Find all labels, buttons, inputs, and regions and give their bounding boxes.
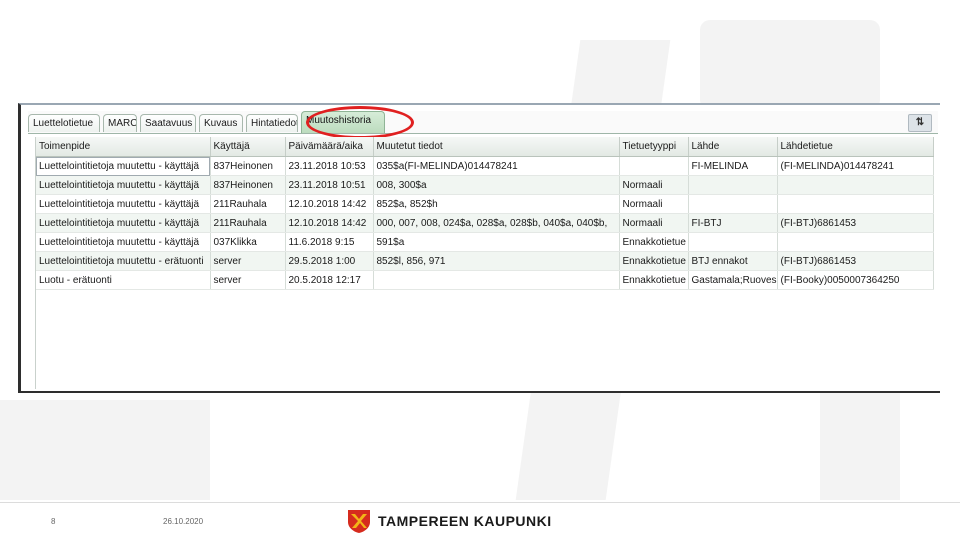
table-row[interactable]: Luettelointitietoja muutettu - käyttäjä …: [36, 194, 934, 214]
table-cell: (FI-MELINDA)014478241: [777, 156, 934, 176]
table-cell: Luettelointitietoja muutettu - käyttäjä: [36, 175, 211, 195]
table-cell: [688, 232, 778, 252]
table-cell: 035$a(FI-MELINDA)014478241: [373, 156, 620, 176]
footer-date: 26.10.2020: [163, 517, 204, 526]
table-cell: Ennakkotietue: [619, 270, 689, 290]
table-row[interactable]: Luotu - erätuonti server 20.5.2018 12:17…: [36, 270, 934, 290]
tab-marc[interactable]: MARC: [103, 114, 137, 132]
table-cell: Normaali: [619, 213, 689, 233]
table-cell: Luettelointitietoja muutettu - käyttäjä: [36, 232, 211, 252]
column-header-toimenpide[interactable]: Toimenpide: [36, 137, 211, 157]
column-header-lahdetietue[interactable]: Lähdetietue: [777, 137, 934, 157]
table-header-row: Toimenpide Käyttäjä Päivämäärä/aika Muut…: [36, 137, 934, 157]
table-cell: 211Rauhala: [210, 213, 286, 233]
column-header-muutetut-tiedot[interactable]: Muutetut tiedot: [373, 137, 620, 157]
table-cell: (FI-BTJ)6861453: [777, 213, 934, 233]
table-cell: 591$a: [373, 232, 620, 252]
table-cell: 12.10.2018 14:42: [285, 194, 374, 214]
tab-hintatiedot[interactable]: Hintatiedot: [246, 114, 298, 132]
table-cell: server: [210, 251, 286, 271]
table-cell: 852$a, 852$h: [373, 194, 620, 214]
table-cell: 20.5.2018 12:17: [285, 270, 374, 290]
tab-saatavuus[interactable]: Saatavuus: [140, 114, 196, 132]
table-cell: Luettelointitietoja muutettu - erätuonti: [36, 251, 211, 271]
table-cell: 837Heinonen: [210, 156, 286, 176]
page-number: 8: [51, 517, 56, 526]
background-shape: [700, 20, 880, 110]
record-window: Luettelotietue MARC Saatavuus Kuvaus Hin…: [18, 103, 940, 393]
table-row[interactable]: Luettelointitietoja muutettu - käyttäjä …: [36, 232, 934, 252]
table-row[interactable]: Luettelointitietoja muutettu - käyttäjä …: [36, 213, 934, 233]
table-cell: 000, 007, 008, 024$a, 028$a, 028$b, 040$…: [373, 213, 620, 233]
tab-kuvaus[interactable]: Kuvaus: [199, 114, 243, 132]
table-cell: Gastamala;Ruoves: [688, 270, 778, 290]
table-row[interactable]: Luettelointitietoja muutettu - erätuonti…: [36, 251, 934, 271]
organization-name: TAMPEREEN KAUPUNKI: [378, 513, 552, 529]
table-cell: [373, 270, 620, 290]
table-cell: Luettelointitietoja muutettu - käyttäjä: [36, 213, 211, 233]
table-cell: Normaali: [619, 175, 689, 195]
table-cell: 12.10.2018 14:42: [285, 213, 374, 233]
tab-bar: Luettelotietue MARC Saatavuus Kuvaus Hin…: [28, 111, 938, 134]
column-header-paivamaara[interactable]: Päivämäärä/aika: [285, 137, 374, 157]
table-cell: Luettelointitietoja muutettu - käyttäjä: [36, 156, 211, 176]
column-header-tietuetyyppi[interactable]: Tietuetyyppi: [619, 137, 689, 157]
highlight-ellipse: [306, 106, 414, 139]
table-cell: Luettelointitietoja muutettu - käyttäjä: [36, 194, 211, 214]
table-cell: Luotu - erätuonti: [36, 270, 211, 290]
background-shape: [0, 400, 210, 500]
table-cell: FI-BTJ: [688, 213, 778, 233]
history-table: Toimenpide Käyttäjä Päivämäärä/aika Muut…: [35, 137, 934, 389]
tampere-coat-of-arms-icon: [348, 510, 370, 533]
table-cell: Ennakkotietue: [619, 251, 689, 271]
table-cell: 852$l, 856, 971: [373, 251, 620, 271]
footer-divider: [0, 502, 960, 503]
sort-toggle-button[interactable]: ⇅: [908, 114, 932, 132]
table-cell: [688, 175, 778, 195]
table-cell: (FI-BTJ)6861453: [777, 251, 934, 271]
table-cell: 23.11.2018 10:51: [285, 175, 374, 195]
table-cell: [777, 232, 934, 252]
table-cell: [688, 194, 778, 214]
table-cell: FI-MELINDA: [688, 156, 778, 176]
table-cell: 037Klikka: [210, 232, 286, 252]
table-cell: [777, 194, 934, 214]
column-header-kayttaja[interactable]: Käyttäjä: [210, 137, 286, 157]
column-header-lahde[interactable]: Lähde: [688, 137, 778, 157]
tab-luettelotietue[interactable]: Luettelotietue: [28, 114, 100, 132]
table-cell: (FI-Booky)0050007364250: [777, 270, 934, 290]
table-cell: 29.5.2018 1:00: [285, 251, 374, 271]
table-cell: [619, 156, 689, 176]
table-cell: Ennakkotietue: [619, 232, 689, 252]
table-cell: 211Rauhala: [210, 194, 286, 214]
table-row[interactable]: Luettelointitietoja muutettu - käyttäjä …: [36, 156, 934, 176]
table-cell: server: [210, 270, 286, 290]
table-cell: BTJ ennakot: [688, 251, 778, 271]
table-cell: 23.11.2018 10:53: [285, 156, 374, 176]
table-cell: 008, 300$a: [373, 175, 620, 195]
table-cell: 837Heinonen: [210, 175, 286, 195]
table-cell: 11.6.2018 9:15: [285, 232, 374, 252]
table-cell: Normaali: [619, 194, 689, 214]
table-cell: [777, 175, 934, 195]
table-row[interactable]: Luettelointitietoja muutettu - käyttäjä …: [36, 175, 934, 195]
